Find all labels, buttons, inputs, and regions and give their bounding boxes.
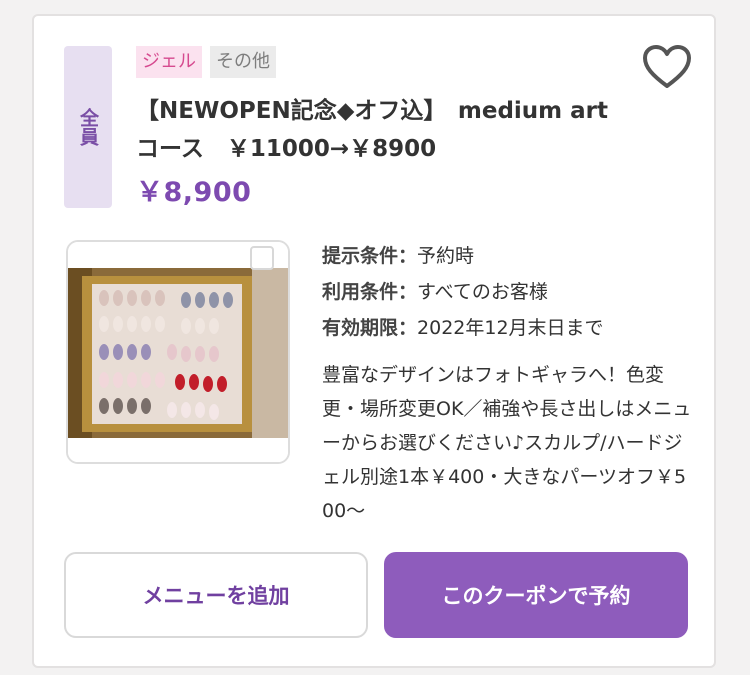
coupon-card: 全員 ジェル その他 【NEWOPEN記念◆オフ込】 medium art コー… <box>32 14 716 668</box>
reserve-with-coupon-button[interactable]: このクーポンで予約 <box>384 552 688 638</box>
nail-sample-photo[interactable] <box>66 240 290 464</box>
tag-other: その他 <box>210 46 276 78</box>
target-badge: 全員 <box>64 46 112 208</box>
condition-label: 利用条件： <box>322 281 418 303</box>
condition-value: すべてのお客様 <box>417 281 548 303</box>
condition-usage: 利用条件：すべてのお客様 <box>322 274 604 310</box>
tag-list: ジェル その他 <box>136 46 276 78</box>
target-badge-label: 全員 <box>77 108 99 146</box>
heart-icon[interactable] <box>642 44 692 92</box>
coupon-price: ￥8,900 <box>136 177 252 208</box>
condition-value: 予約時 <box>417 245 475 267</box>
photo-checkbox[interactable] <box>250 246 274 270</box>
coupon-conditions: 提示条件：予約時 利用条件：すべてのお客様 有効期限：2022年12月末日まで <box>322 238 604 346</box>
tag-gel: ジェル <box>136 46 202 78</box>
condition-expiry: 有効期限：2022年12月末日まで <box>322 310 604 346</box>
condition-label: 提示条件： <box>322 245 418 267</box>
condition-value: 2022年12月末日まで <box>417 317 604 339</box>
condition-label: 有効期限： <box>322 317 418 339</box>
coupon-description: 豊富なデザインはフォトギャラへ！色変更・場所変更OK／補強や長さ出しはメニューか… <box>322 364 692 522</box>
condition-presentation: 提示条件：予約時 <box>322 238 604 274</box>
coupon-title: 【NEWOPEN記念◆オフ込】 medium art コース ￥11000→￥8… <box>136 98 609 162</box>
add-menu-button[interactable]: メニューを追加 <box>64 552 368 638</box>
